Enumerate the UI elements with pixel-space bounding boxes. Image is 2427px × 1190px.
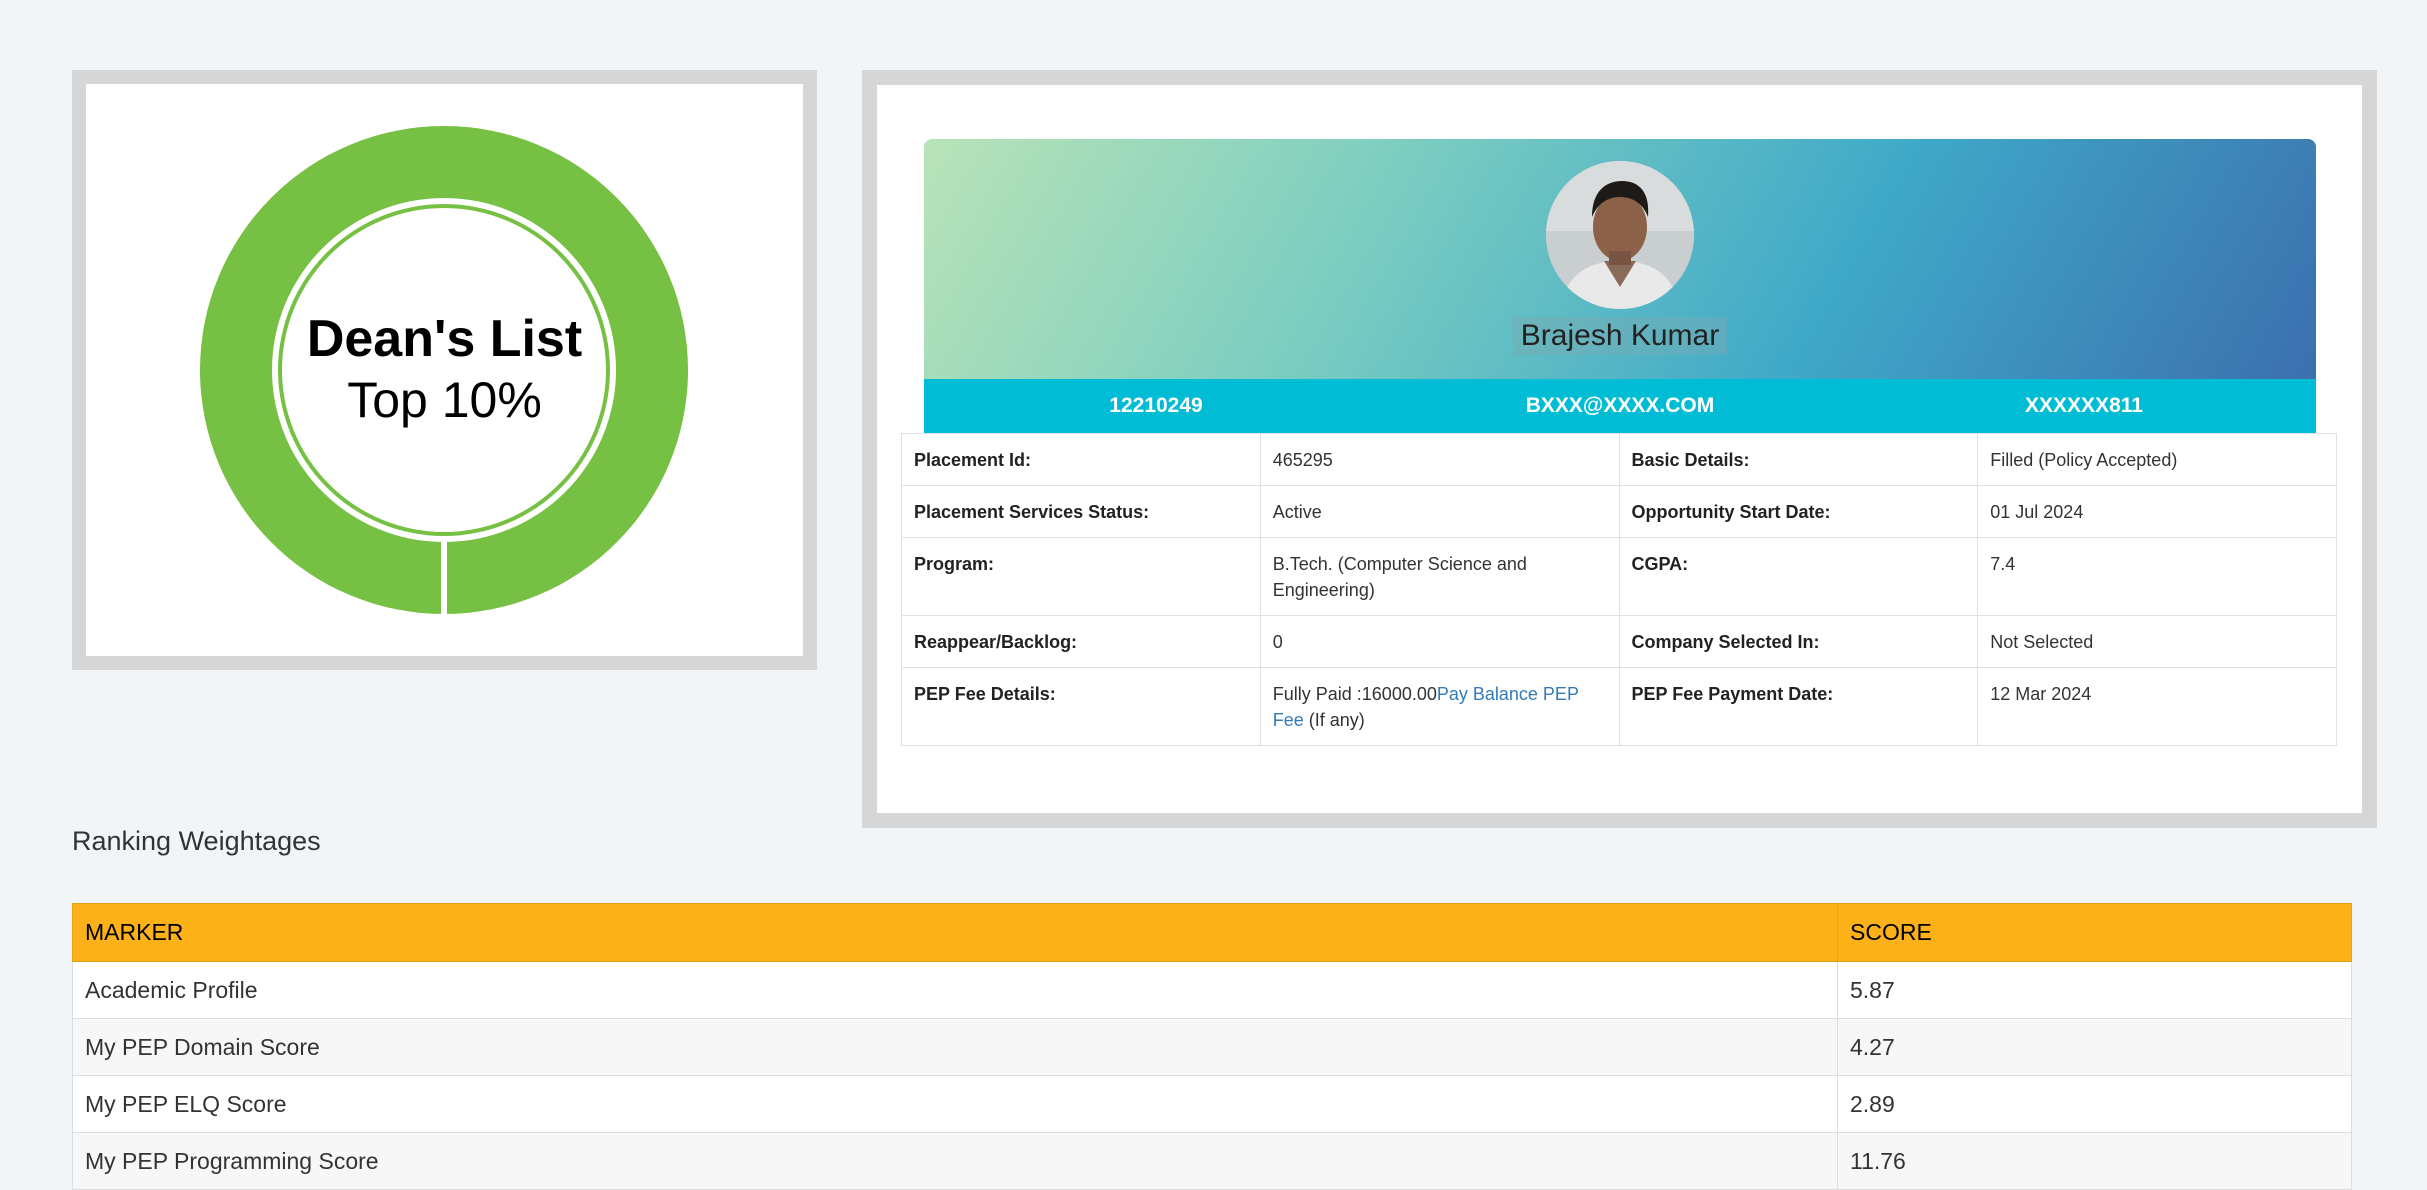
details-value: 7.4 (1977, 537, 2337, 616)
details-label: CGPA: (1618, 537, 1979, 616)
registration-number: 12210249 (1109, 394, 1203, 417)
details-label: Placement Id: (901, 433, 1261, 486)
details-value: Not Selected (1977, 615, 2337, 668)
profile-banner: Brajesh Kumar (924, 139, 2316, 379)
pep-fee-note: (If any) (1303, 710, 1365, 730)
details-label: PEP Fee Payment Date: (1618, 667, 1979, 746)
student-name-wrap: Brajesh Kumar (924, 317, 2316, 355)
details-label: Basic Details: (1618, 433, 1979, 486)
details-label: Placement Services Status: (901, 485, 1261, 538)
contact-bar: 12210249 BXXX@XXXX.COM XXXXXX811 (924, 379, 2316, 433)
ranking-header-row: MARKER SCORE (72, 903, 2352, 962)
student-name: Brajesh Kumar (1512, 317, 1728, 355)
score-cell: 11.76 (1837, 1132, 2352, 1190)
score-cell: 5.87 (1837, 961, 2352, 1019)
table-row: My PEP ELQ Score 2.89 (72, 1075, 2352, 1133)
marker-cell: My PEP Programming Score (72, 1132, 1838, 1190)
profile-card: Brajesh Kumar 12210249 BXXX@XXXX.COM XXX… (862, 70, 2377, 828)
details-row: Placement Id: 465295 Basic Details: Fill… (901, 433, 2337, 486)
ring-notch (441, 536, 447, 616)
table-row: My PEP Domain Score 4.27 (72, 1018, 2352, 1076)
avatar-photo (1546, 161, 1694, 309)
badge-title: Dean's List (306, 310, 583, 368)
phone-text: XXXXXX811 (2025, 394, 2143, 417)
marker-cell: My PEP ELQ Score (72, 1075, 1838, 1133)
details-value: 12 Mar 2024 (1977, 667, 2337, 746)
details-label: Reappear/Backlog: (901, 615, 1261, 668)
details-value: Active (1259, 485, 1620, 538)
details-value: 01 Jul 2024 (1977, 485, 2337, 538)
details-label: Company Selected In: (1618, 615, 1979, 668)
marker-cell: My PEP Domain Score (72, 1018, 1838, 1076)
table-row: Academic Profile 5.87 (72, 961, 2352, 1019)
details-row: Program: B.Tech. (Computer Science and E… (901, 537, 2337, 616)
marker-header: MARKER (72, 903, 1838, 962)
details-value: 465295 (1259, 433, 1620, 486)
details-row: Placement Services Status: Active Opport… (901, 485, 2337, 538)
score-cell: 2.89 (1837, 1075, 2352, 1133)
details-row: Reappear/Backlog: 0 Company Selected In:… (901, 615, 2337, 668)
placement-details-table: Placement Id: 465295 Basic Details: Fill… (901, 433, 2337, 746)
details-label: PEP Fee Details: (901, 667, 1261, 746)
deans-list-badge: Dean's List Top 10% (86, 84, 803, 656)
score-header: SCORE (1837, 903, 2352, 962)
score-cell: 4.27 (1837, 1018, 2352, 1076)
details-row: PEP Fee Details: Fully Paid :16000.00Pay… (901, 667, 2337, 746)
details-value: 0 (1259, 615, 1620, 668)
marker-cell: Academic Profile (72, 961, 1838, 1019)
ranking-table: MARKER SCORE Academic Profile 5.87 My PE… (72, 903, 2352, 1190)
ring-center (282, 208, 606, 532)
avatar (1546, 161, 1694, 309)
table-row: My PEP Programming Score 11.76 (72, 1132, 2352, 1190)
details-value: Filled (Policy Accepted) (1977, 433, 2337, 486)
pep-fee-amount: Fully Paid :16000.00 (1272, 684, 1437, 704)
details-label: Opportunity Start Date: (1618, 485, 1979, 538)
badge-subtitle: Top 10% (347, 372, 542, 428)
details-label: Program: (901, 537, 1261, 616)
deans-list-card: Dean's List Top 10% (72, 70, 817, 670)
email-text: BXXX@XXXX.COM (1525, 394, 1715, 417)
profile-card-body: Brajesh Kumar 12210249 BXXX@XXXX.COM XXX… (877, 85, 2362, 813)
deans-list-ring (200, 126, 688, 616)
ranking-title: Ranking Weightages (72, 826, 321, 856)
details-value: B.Tech. (Computer Science and Engineerin… (1259, 537, 1620, 616)
pep-fee-cell: Fully Paid :16000.00Pay Balance PEP Fee … (1259, 667, 1620, 746)
